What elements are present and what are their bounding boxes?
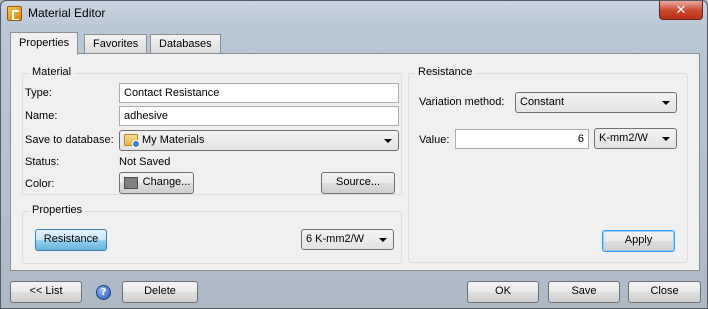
change-color-label: Change...: [142, 176, 191, 188]
name-label: Name:: [25, 110, 58, 122]
save-to-database-select[interactable]: My Materials: [119, 130, 399, 151]
title-bar: Material Editor ✕: [1, 1, 707, 27]
my-materials-folder-icon: [124, 134, 140, 148]
change-color-button[interactable]: Change...: [119, 172, 194, 194]
chevron-down-icon: [662, 137, 670, 141]
delete-button[interactable]: Delete: [122, 281, 198, 303]
variation-method-value: Constant: [520, 96, 565, 108]
name-field[interactable]: adhesive: [119, 106, 399, 126]
material-group-title: Material: [29, 66, 75, 78]
tab-databases[interactable]: Databases: [150, 34, 221, 53]
tab-favorites[interactable]: Favorites: [84, 34, 148, 53]
color-label: Color:: [25, 178, 55, 190]
source-button[interactable]: Source...: [321, 172, 395, 194]
color-swatch: [124, 177, 138, 189]
close-button[interactable]: Close: [628, 281, 701, 303]
resistance-group: Resistance Variation method: Constant Va…: [408, 66, 688, 263]
variation-method-select[interactable]: Constant: [515, 92, 677, 113]
chevron-down-icon: [662, 101, 670, 105]
property-value-text: 6 K-mm2/W: [306, 233, 365, 245]
save-to-database-value: My Materials: [142, 134, 205, 146]
status-value: Not Saved: [119, 156, 171, 168]
property-value-select[interactable]: 6 K-mm2/W: [301, 229, 394, 250]
type-label: Type:: [25, 87, 52, 99]
value-label: Value:: [419, 134, 450, 146]
help-icon[interactable]: ?: [96, 285, 111, 300]
resistance-unit-value: K-mm2/W: [599, 132, 648, 144]
resistance-group-title: Resistance: [415, 66, 476, 78]
variation-method-label: Variation method:: [419, 96, 505, 108]
chevron-down-icon: [379, 238, 387, 242]
resistance-value-field[interactable]: 6: [455, 129, 589, 149]
properties-group: Properties Resistance 6 K-mm2/W: [22, 204, 402, 264]
save-to-database-label: Save to database:: [25, 134, 114, 146]
resistance-unit-select[interactable]: K-mm2/W: [594, 128, 677, 149]
type-field[interactable]: Contact Resistance: [119, 83, 399, 103]
window-close-button[interactable]: ✕: [659, 1, 703, 20]
back-to-list-button[interactable]: << List: [10, 281, 82, 303]
status-label: Status:: [25, 156, 60, 168]
material-group: Material Type: Contact Resistance Name: …: [22, 66, 402, 195]
chevron-down-icon: [384, 139, 392, 143]
apply-button[interactable]: Apply: [602, 230, 675, 252]
properties-group-title: Properties: [29, 204, 86, 216]
tab-properties[interactable]: Properties: [10, 32, 79, 55]
resistance-property-button[interactable]: Resistance: [35, 229, 107, 251]
ok-button[interactable]: OK: [467, 281, 539, 303]
window-title: Material Editor: [28, 6, 106, 20]
app-icon: [7, 6, 22, 21]
save-button[interactable]: Save: [548, 281, 620, 303]
properties-panel: Material Type: Contact Resistance Name: …: [10, 53, 700, 271]
material-editor-window: Material Editor ✕ Properties Favorites D…: [0, 0, 708, 309]
